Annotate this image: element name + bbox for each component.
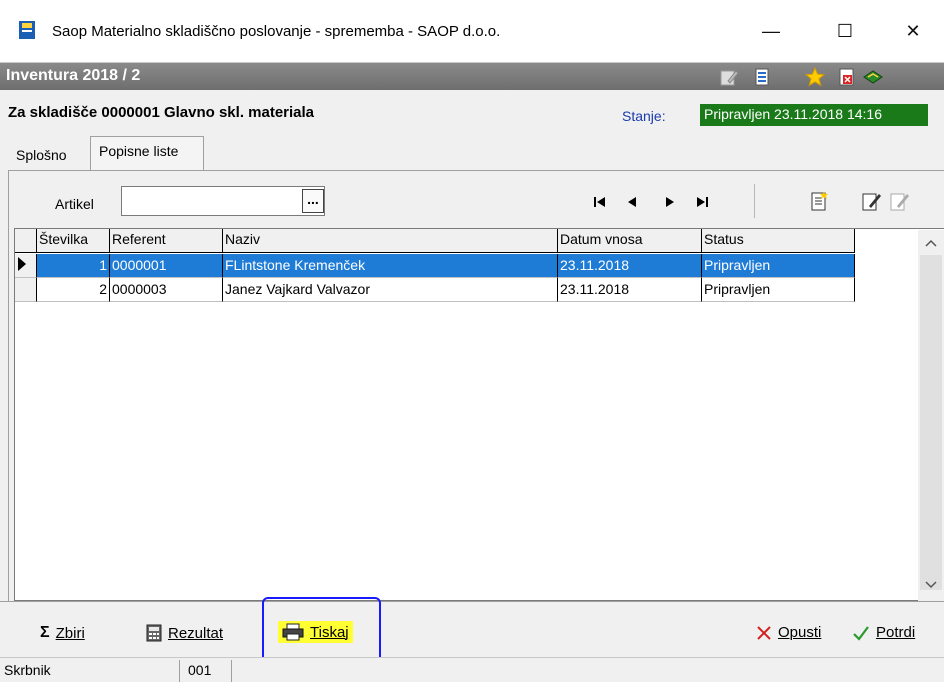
toolbar-separator: [754, 184, 755, 218]
calculator-icon: [146, 624, 162, 642]
column-header-status[interactable]: Status: [702, 229, 855, 252]
column-header-stevilka[interactable]: Številka: [37, 229, 110, 252]
delete-record-icon[interactable]: [888, 189, 910, 213]
maximize-button[interactable]: ☐: [822, 14, 868, 48]
document-list-icon[interactable]: [752, 67, 774, 87]
potrdi-button[interactable]: Potrdi: [852, 624, 915, 641]
scroll-down-icon[interactable]: [923, 578, 939, 592]
popisne-liste-grid[interactable]: Številka Referent Naziv Datum vnosa Stat…: [14, 228, 944, 601]
minimize-icon: —: [762, 20, 780, 41]
row-pointer-icon: [15, 254, 37, 278]
first-record-icon[interactable]: [588, 190, 612, 214]
rezultat-button[interactable]: Rezultat: [146, 624, 223, 642]
zbiri-button[interactable]: Σ Zbiri: [40, 624, 85, 642]
tab-splosno-label: Splošno: [16, 147, 67, 163]
edit-record-icon[interactable]: [860, 189, 882, 213]
table-row[interactable]: 1 0000001 FLintstone Kremenček 23.11.201…: [15, 254, 855, 278]
grid-vertical-scrollbar[interactable]: [918, 230, 944, 601]
panel-border: [8, 170, 9, 602]
column-header-datum[interactable]: Datum vnosa: [558, 229, 702, 252]
rezultat-label: Rezultat: [168, 624, 224, 642]
scrollbar-thumb[interactable]: [920, 255, 942, 590]
artikel-label: Artikel: [55, 196, 94, 212]
cell-status: Pripravljen: [702, 254, 855, 278]
opusti-label: Opusti: [778, 624, 822, 641]
cell-naziv: FLintstone Kremenček: [223, 254, 558, 278]
window-titlebar: Saop Materialno skladiščno poslovanje - …: [0, 0, 944, 62]
window-title: Saop Materialno skladiščno poslovanje - …: [52, 23, 501, 40]
edit-note-icon[interactable]: [718, 67, 740, 87]
zbiri-label: Zbiri: [55, 624, 85, 642]
artikel-browse-button[interactable]: ...: [302, 189, 324, 213]
cancel-x-icon: [757, 625, 771, 640]
minimize-button[interactable]: —: [748, 14, 794, 48]
tab-popisne-liste[interactable]: Popisne liste: [90, 136, 204, 170]
row-indicator: [15, 278, 37, 302]
exit-book-icon[interactable]: [862, 67, 884, 87]
checkmark-icon: [853, 625, 869, 641]
status-user: Skrbnik: [0, 660, 180, 682]
grid-header: Številka Referent Naziv Datum vnosa Stat…: [15, 229, 855, 253]
tab-splosno[interactable]: Splošno: [16, 147, 67, 163]
cell-stevilka: 2: [37, 278, 110, 302]
row-indicator-header: [15, 229, 37, 252]
status-code: 001: [184, 660, 232, 682]
scroll-up-icon[interactable]: [923, 236, 939, 250]
cell-referent: 0000003: [110, 278, 223, 302]
cell-naziv: Janez Vajkard Valvazor: [223, 278, 558, 302]
close-icon: ✕: [905, 20, 921, 41]
page-title: Inventura 2018 / 2: [6, 67, 141, 84]
column-header-naziv[interactable]: Naziv: [223, 229, 558, 252]
app-book-icon: [19, 21, 35, 39]
cell-referent: 0000001: [110, 254, 223, 278]
previous-record-icon[interactable]: [620, 190, 644, 214]
status-bar: Skrbnik 001: [0, 657, 944, 682]
new-record-icon[interactable]: [808, 189, 830, 213]
warehouse-label: Za skladišče 0000001 Glavno skl. materia…: [8, 104, 315, 121]
table-row[interactable]: 2 0000003 Janez Vajkard Valvazor 23.11.2…: [15, 278, 855, 302]
column-header-referent[interactable]: Referent: [110, 229, 223, 252]
status-label: Stanje:: [622, 108, 666, 124]
maximize-icon: ☐: [836, 20, 854, 41]
potrdi-label: Potrdi: [876, 624, 916, 641]
cell-status: Pripravljen: [702, 278, 855, 302]
last-record-icon[interactable]: [690, 190, 714, 214]
opusti-button[interactable]: Opusti: [756, 624, 821, 641]
delete-document-icon[interactable]: [836, 67, 858, 87]
tab-divider: [8, 170, 944, 171]
next-record-icon[interactable]: [658, 190, 682, 214]
star-icon[interactable]: [804, 67, 826, 87]
tab-popisne-liste-label: Popisne liste: [99, 143, 179, 159]
status-badge: Pripravljen 23.11.2018 14:16: [700, 104, 928, 126]
sigma-icon: Σ: [40, 624, 50, 641]
document-header-band: Inventura 2018 / 2: [0, 62, 944, 90]
cell-stevilka: 1: [37, 254, 110, 278]
close-button[interactable]: ✕: [890, 14, 936, 48]
cell-datum: 23.11.2018: [558, 254, 702, 278]
artikel-input[interactable]: [121, 186, 325, 216]
cell-datum: 23.11.2018: [558, 278, 702, 302]
bottom-button-bar: Σ Zbiri Rezultat Tiskaj Opusti Potrdi: [0, 601, 944, 657]
